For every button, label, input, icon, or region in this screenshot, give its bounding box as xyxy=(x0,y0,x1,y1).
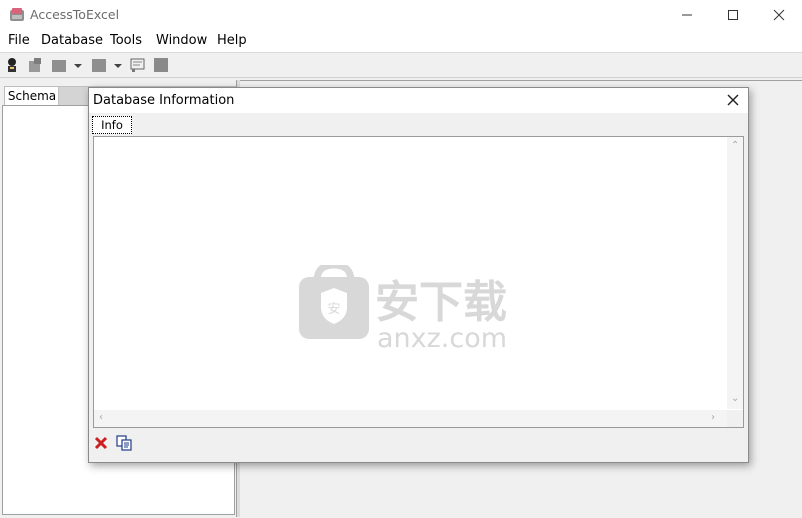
tab-schema[interactable]: Schema xyxy=(4,86,60,106)
app-icon xyxy=(10,8,24,21)
scrollbar-corner xyxy=(727,410,743,427)
database-information-dialog: Database Information Info ⌃ ⌄ ‹ › 安 安下载 … xyxy=(88,87,749,463)
disconnect-icon[interactable] xyxy=(27,57,43,73)
delete-icon[interactable] xyxy=(93,435,109,451)
dialog-close-icon[interactable] xyxy=(726,93,740,107)
maximize-button[interactable] xyxy=(710,0,756,30)
close-icon xyxy=(773,9,785,21)
scroll-down-icon[interactable]: ⌄ xyxy=(731,393,739,404)
save-icon[interactable] xyxy=(91,57,107,73)
info-text-area[interactable]: ⌃ ⌄ ‹ › 安 安下载 anxz.com xyxy=(93,136,744,428)
stop-icon[interactable] xyxy=(153,57,169,73)
horizontal-scrollbar[interactable]: ‹ › xyxy=(94,410,727,427)
menu-bar: File Database Tools Window Help xyxy=(0,30,802,53)
open-icon[interactable] xyxy=(51,57,67,73)
minimize-button[interactable] xyxy=(664,0,710,30)
dialog-title-bar: Database Information xyxy=(89,88,748,113)
tab-info[interactable]: Info xyxy=(92,116,132,134)
vertical-scrollbar[interactable]: ⌃ ⌄ xyxy=(727,137,743,409)
minimize-icon xyxy=(682,14,692,16)
watermark: 安 安下载 anxz.com xyxy=(299,265,507,350)
save-dropdown-arrow[interactable] xyxy=(114,64,122,68)
menu-window[interactable]: Window xyxy=(156,33,207,48)
watermark-logo-icon: 安 xyxy=(299,265,369,339)
menu-tools[interactable]: Tools xyxy=(110,33,142,48)
menu-help[interactable]: Help xyxy=(217,33,247,48)
watermark-cn-text: 安下载 xyxy=(375,277,507,328)
close-button[interactable] xyxy=(756,0,802,30)
open-dropdown-arrow[interactable] xyxy=(74,64,82,68)
watermark-url-text: anxz.com xyxy=(377,323,507,350)
title-bar: AccessToExcel xyxy=(0,0,802,30)
copy-icon[interactable] xyxy=(116,435,132,451)
menu-database[interactable]: Database xyxy=(41,33,103,48)
dialog-title: Database Information xyxy=(93,93,235,108)
toolbar xyxy=(0,53,802,78)
scroll-right-icon[interactable]: › xyxy=(711,412,715,423)
svg-text:安: 安 xyxy=(327,302,340,317)
scroll-up-icon[interactable]: ⌃ xyxy=(731,140,739,151)
scroll-left-icon[interactable]: ‹ xyxy=(99,412,103,423)
menu-file[interactable]: File xyxy=(8,33,30,48)
maximize-icon xyxy=(728,10,738,20)
properties-icon[interactable] xyxy=(130,57,146,73)
app-title: AccessToExcel xyxy=(30,7,120,22)
connect-icon[interactable] xyxy=(4,57,20,73)
